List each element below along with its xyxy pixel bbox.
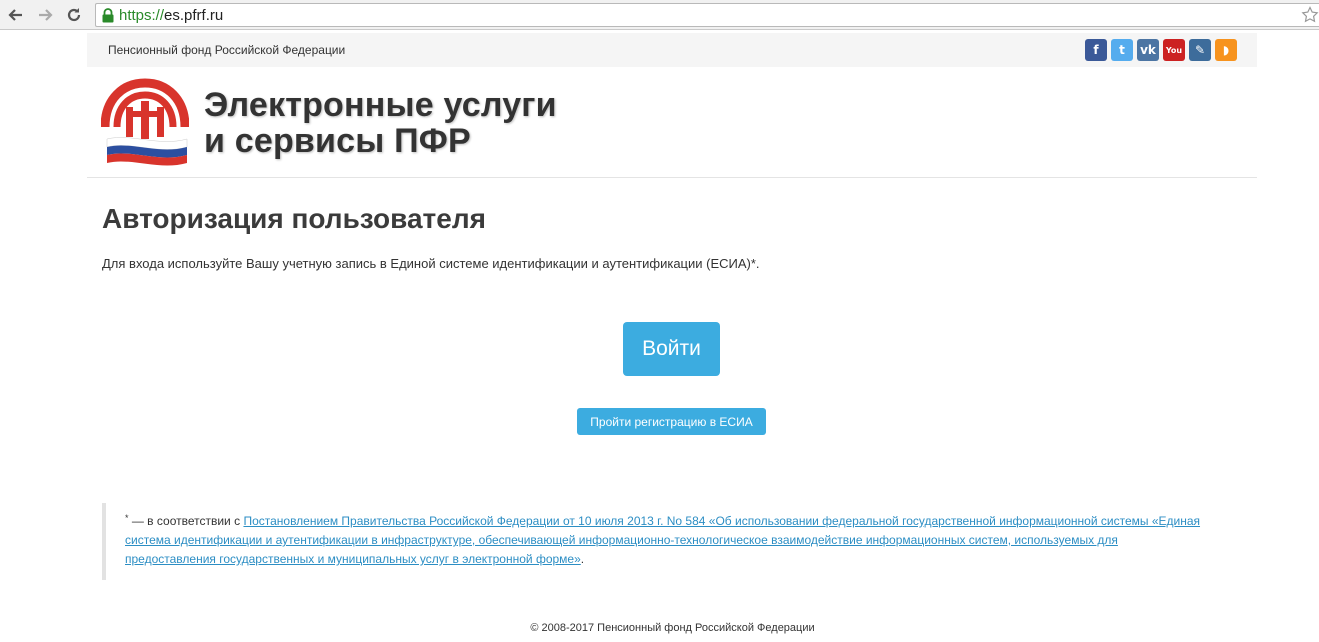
rss-icon[interactable]: ◗ [1215,39,1237,61]
pfr-logo-icon[interactable] [101,77,189,167]
register-esia-button[interactable]: Пройти регистрацию в ЕСИА [577,408,766,435]
footnote-link[interactable]: Постановлением Правительства Российской … [125,514,1200,566]
facebook-icon[interactable]: f [1085,39,1107,61]
url-text: https://es.pfrf.ru [119,7,223,24]
lock-icon [102,8,114,23]
site-title-line1: Электронные услуги [204,86,557,124]
social-links: f t vk You ✎ ◗ [1085,39,1237,61]
back-icon[interactable] [6,5,26,25]
livejournal-icon[interactable]: ✎ [1189,39,1211,61]
forward-icon[interactable] [35,5,55,25]
site-header: Электронные услуги и сервисы ПФР [87,67,1257,178]
youtube-icon[interactable]: You [1163,39,1185,61]
url-scheme: https:// [119,7,165,24]
vkontakte-icon[interactable]: vk [1137,39,1159,61]
org-name: Пенсионный фонд Российской Федерации [108,43,346,57]
browser-toolbar: https://es.pfrf.ru [0,0,1319,30]
site-title-line2: и сервисы ПФР [204,122,471,160]
intro-text: Для входа используйте Вашу учетную запис… [102,256,760,271]
footer-copyright: © 2008-2017 Пенсионный фонд Российской Ф… [530,622,815,634]
twitter-icon[interactable]: t [1111,39,1133,61]
footnote-suffix: . [580,552,585,566]
footnote-marker: * [125,513,129,523]
top-strip: Пенсионный фонд Российской Федерации ftv… [87,33,1257,67]
address-bar[interactable]: https://es.pfrf.ru [95,3,1319,27]
footnote-prefix: — в соответствии с [128,514,244,528]
footnote: * — в соответствии с Постановлением Прав… [102,503,1202,580]
site-title: Электронные услуги и сервисы ПФР [204,87,557,159]
reload-icon[interactable] [64,5,84,25]
bookmark-star-icon[interactable] [1301,6,1319,24]
login-button[interactable]: Войти [623,322,720,376]
url-host: es.pfrf.ru [164,7,224,24]
page-title: Авторизация пользователя [102,203,486,234]
